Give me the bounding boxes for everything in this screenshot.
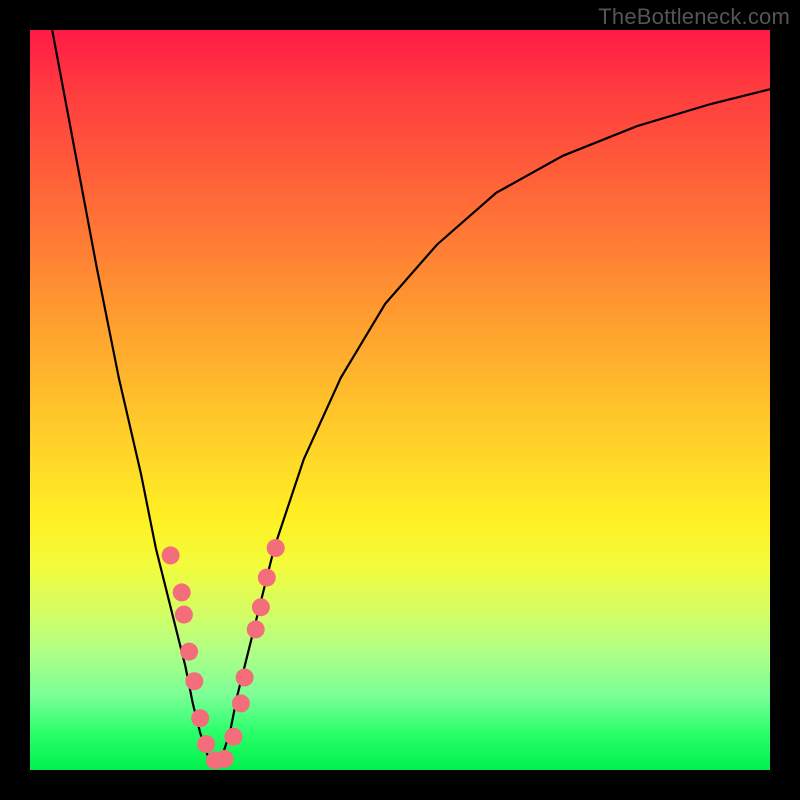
marker-dot — [267, 539, 285, 557]
marker-dot — [247, 620, 265, 638]
marker-dot — [185, 672, 203, 690]
marker-dot — [216, 750, 234, 768]
marker-dot — [162, 546, 180, 564]
marker-dot — [225, 728, 243, 746]
bottleneck-curve — [52, 30, 770, 763]
marker-dot — [252, 598, 270, 616]
marker-dot — [180, 643, 198, 661]
marker-dot — [236, 669, 254, 687]
chart-frame: TheBottleneck.com — [0, 0, 800, 800]
marker-dot — [232, 694, 250, 712]
marker-dot — [191, 709, 209, 727]
watermark-text: TheBottleneck.com — [598, 4, 790, 30]
marker-dot — [258, 569, 276, 587]
marker-dot — [173, 583, 191, 601]
marker-dot — [197, 735, 215, 753]
plot-area — [30, 30, 770, 770]
marker-group — [162, 539, 285, 769]
curve-svg — [30, 30, 770, 770]
marker-dot — [175, 606, 193, 624]
